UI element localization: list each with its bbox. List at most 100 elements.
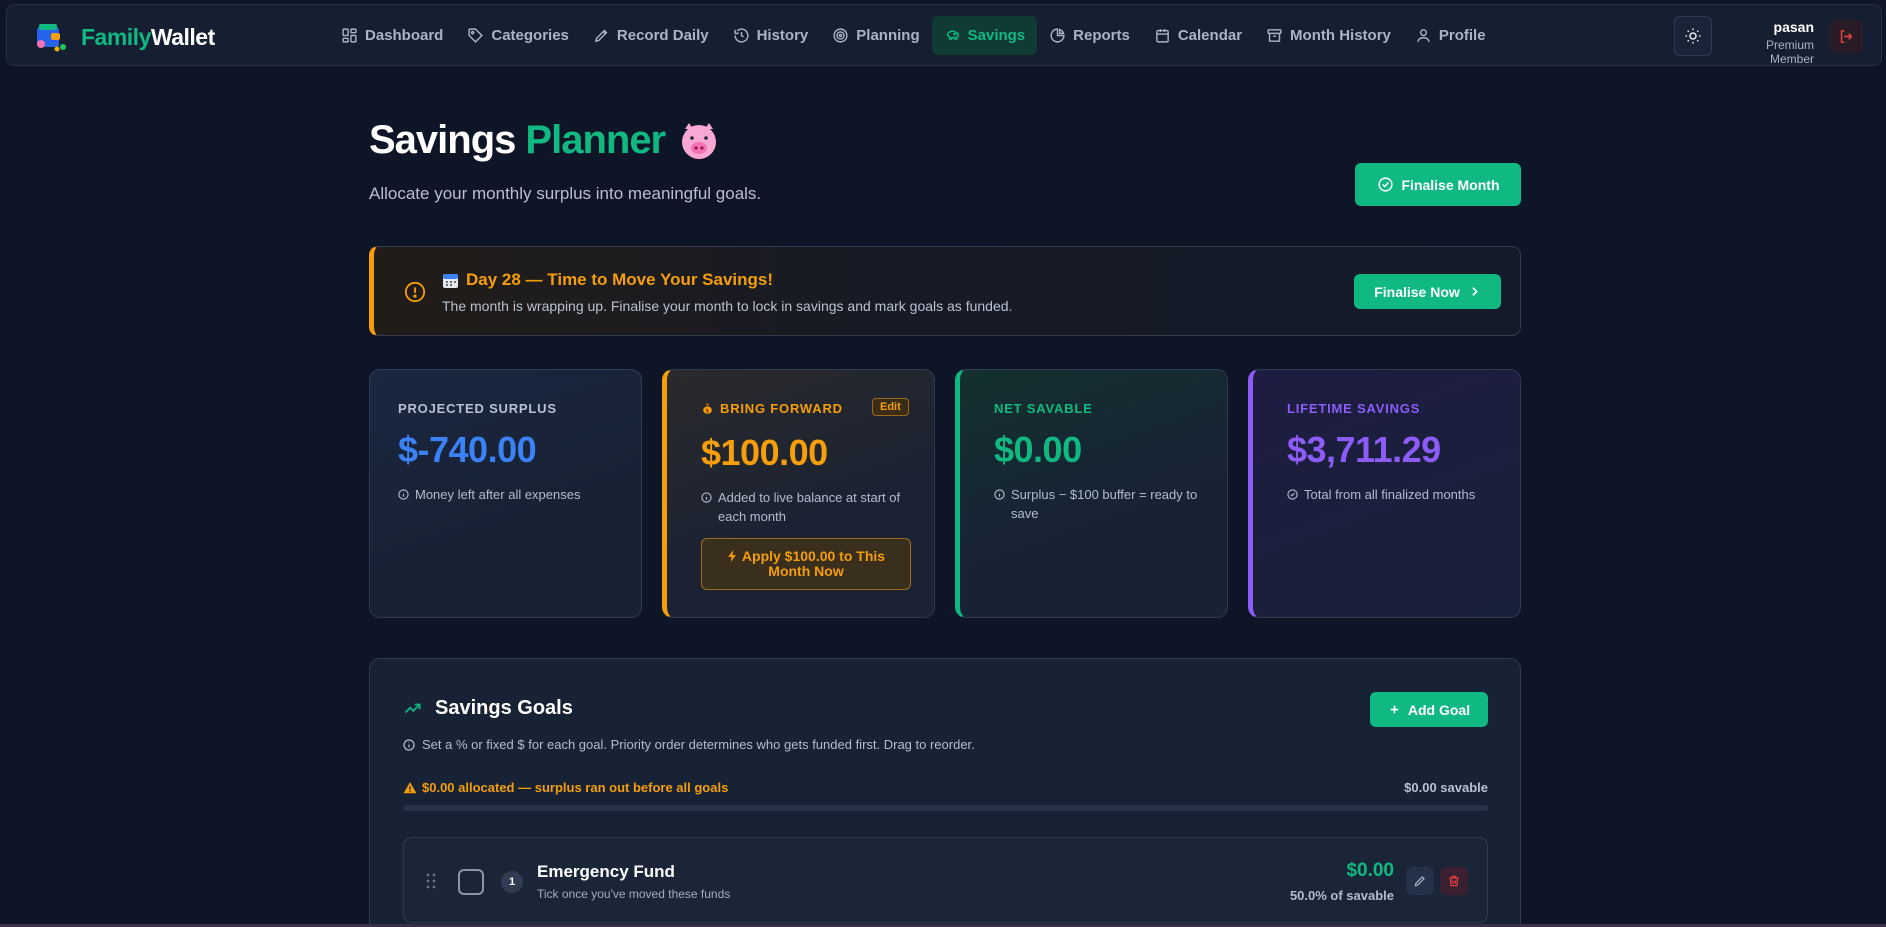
alert-circle-icon (404, 281, 426, 303)
nav-item-label: Dashboard (365, 27, 444, 44)
nav-item-label: Record Daily (616, 27, 709, 44)
lifetime-savings-card: LIFETIME SAVINGS $3,711.29 Total from al… (1248, 369, 1521, 618)
info-icon (994, 489, 1005, 500)
calendar-emoji-icon (443, 273, 458, 288)
nav-item-categories[interactable]: Categories (455, 16, 581, 55)
pencil-icon (1414, 876, 1425, 887)
savings-goals-hint: Set a % or fixed $ for each goal. Priori… (403, 737, 975, 752)
lifetime-savings-label: LIFETIME SAVINGS (1287, 401, 1421, 416)
apply-bring-forward-content: Apply $100.00 to This Month Now (722, 549, 890, 579)
trending-up-icon (404, 703, 421, 714)
banner-text: The month is wrapping up. Finalise your … (442, 298, 1013, 314)
nav-item-planning[interactable]: Planning (820, 16, 931, 55)
nav-item-history[interactable]: History (721, 16, 821, 55)
projected-surplus-note: Money left after all expenses (398, 485, 580, 504)
apply-bring-forward-button[interactable]: Apply $100.00 to This Month Now (701, 538, 911, 590)
delete-goal-button[interactable] (1440, 867, 1468, 895)
sun-icon (1685, 28, 1701, 44)
nav-item-label: Categories (491, 27, 569, 44)
projected-surplus-note-text: Money left after all expenses (415, 487, 581, 502)
nav-item-month-history[interactable]: Month History (1254, 16, 1403, 55)
goal-name: Emergency Fund (537, 862, 675, 881)
goal-funded-checkbox[interactable] (458, 869, 484, 895)
money-bag-icon: $ (703, 403, 712, 414)
lightning-icon (728, 550, 736, 562)
nav-item-record-daily[interactable]: Record Daily (581, 16, 721, 55)
finalise-month-button[interactable]: Finalise Month (1355, 163, 1521, 206)
banner-title-text: Day 28 — Time to Move Your Savings! (466, 270, 774, 289)
bring-forward-label: $ BRING FORWARD (701, 401, 843, 416)
brand-name: FamilyWallet (81, 24, 215, 51)
warning-triangle-icon (403, 781, 417, 793)
info-icon (403, 738, 415, 751)
finalise-now-button[interactable]: Finalise Now (1354, 274, 1501, 309)
allocation-warning: $0.00 allocated — surplus ran out before… (403, 780, 728, 795)
nav-item-dashboard[interactable]: Dashboard (329, 16, 455, 55)
net-savable-value: $0.00 (994, 429, 1082, 470)
lifetime-savings-note: Total from all finalized months (1287, 485, 1475, 504)
bring-forward-note-text: Added to live balance at start of each m… (718, 490, 901, 524)
net-savable-note-text: Surplus − $100 buffer = ready to save (1011, 487, 1198, 521)
trash-icon (1449, 875, 1459, 887)
nav-item-label: History (756, 27, 809, 44)
info-icon (701, 492, 712, 503)
apply-bring-forward-label: Apply $100.00 to This Month Now (741, 548, 886, 579)
bring-forward-edit-button[interactable]: Edit (872, 398, 909, 416)
theme-toggle-button[interactable] (1674, 16, 1712, 56)
brand-name-part-family: Family (81, 23, 151, 50)
logout-button[interactable] (1830, 20, 1863, 53)
add-goal-label: Add Goal (1407, 701, 1471, 718)
savings-goals-header: Savings Goals (403, 697, 573, 720)
drag-handle-icon[interactable] (426, 873, 436, 889)
svg-text:$: $ (706, 408, 710, 414)
edit-goal-button[interactable] (1406, 867, 1434, 895)
user-info[interactable]: pasan Premium Member (1719, 19, 1814, 66)
goal-subtitle: Tick once you've moved these funds (537, 887, 731, 901)
calendar-icon (1155, 29, 1169, 43)
nav-item-label: Savings (967, 27, 1026, 44)
nav-item-reports[interactable]: Reports (1037, 16, 1142, 55)
brand[interactable]: FamilyWallet (33, 20, 215, 54)
goal-row[interactable]: 1 Emergency Fund Tick once you've moved … (403, 837, 1488, 923)
brand-name-part-wallet: Wallet (150, 23, 215, 50)
page-title: Savings Planner (369, 118, 721, 163)
nav-item-calendar[interactable]: Calendar (1142, 16, 1254, 55)
user-name: pasan (1773, 19, 1814, 35)
tag-icon (468, 28, 484, 43)
user-role: Premium Member (1765, 38, 1814, 66)
check-circle-icon (1287, 489, 1298, 500)
finalise-month-label: Finalise Month (1401, 176, 1500, 193)
target-icon (833, 28, 848, 43)
allocation-warning-text: $0.00 allocated — surplus ran out before… (422, 780, 729, 795)
nav-item-label: Planning (856, 27, 920, 44)
logout-icon (1840, 30, 1853, 43)
savings-goals-hint-text: Set a % or fixed $ for each goal. Priori… (422, 737, 975, 752)
goal-amount: $0.00 (1346, 860, 1394, 881)
bring-forward-value: $100.00 (701, 432, 828, 473)
nav-item-profile[interactable]: Profile (1403, 16, 1498, 55)
net-savable-label: NET SAVABLE (994, 401, 1093, 416)
info-icon (398, 489, 409, 500)
plus-icon (1390, 705, 1399, 714)
projected-surplus-value: $-740.00 (398, 429, 537, 470)
bring-forward-label-text: BRING FORWARD (720, 401, 843, 416)
finalise-reminder-banner: Day 28 — Time to Move Your Savings! The … (369, 246, 1521, 336)
nav-item-label: Reports (1073, 27, 1130, 44)
archive-icon (1267, 29, 1282, 42)
page-title-main: Savings (369, 118, 516, 162)
main-nav: Dashboard Categories Record Daily Histor… (329, 16, 1498, 55)
nav-item-label: Month History (1290, 27, 1391, 44)
nav-item-savings[interactable]: Savings (931, 16, 1038, 55)
bring-forward-note: Added to live balance at start of each m… (701, 488, 916, 526)
grid-icon (342, 28, 357, 43)
net-savable-card: NET SAVABLE $0.00 Surplus − $100 buffer … (955, 369, 1228, 618)
top-navigation-bar: FamilyWallet Dashboard Categories Record… (6, 4, 1882, 66)
add-goal-button[interactable]: Add Goal (1370, 692, 1488, 727)
goal-share: 50.0% of savable (1289, 888, 1394, 903)
pie-chart-icon (1050, 28, 1065, 43)
page-subtitle: Allocate your monthly surplus into meani… (369, 184, 762, 203)
pig-face-icon (682, 122, 717, 159)
nav-item-label: Calendar (1177, 27, 1243, 44)
pencil-icon (594, 29, 608, 43)
bring-forward-card: $ BRING FORWARD Edit $100.00 Added to li… (662, 369, 935, 618)
